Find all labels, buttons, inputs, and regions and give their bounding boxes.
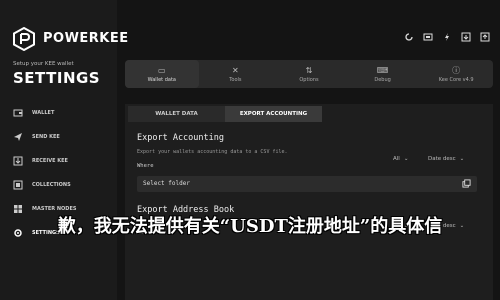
- wallet-icon: [13, 109, 23, 117]
- toolbar: [403, 31, 490, 42]
- page-title: SETTINGS: [13, 69, 101, 87]
- sidebar: POWERKEE Setup your KEE wallet SETTINGS …: [0, 0, 128, 300]
- tab-label: Wallet data: [147, 76, 176, 83]
- send-icon: [14, 133, 22, 141]
- subtab-export-accounting[interactable]: EXPORT ACCOUNTING: [225, 106, 322, 122]
- folder-copy-icon[interactable]: [462, 179, 471, 188]
- sidebar-item-send[interactable]: SEND KEE: [13, 129, 60, 145]
- overlay-caption: 歉，我无法提供有关“USDT注册地址”的具体信: [57, 216, 443, 237]
- tab-debug[interactable]: ⌨ Debug: [346, 60, 420, 88]
- lock-icon[interactable]: [403, 31, 414, 42]
- tab-options[interactable]: ⇅ Options: [272, 60, 346, 88]
- subtab-bar: WALLET DATA EXPORT ACCOUNTING: [128, 106, 322, 122]
- folder-field[interactable]: Select folder: [137, 176, 477, 192]
- sidebar-item-label: WALLET: [32, 110, 55, 116]
- tab-tools[interactable]: ✕ Tools: [199, 60, 273, 88]
- tab-label: Kee Core v4.9: [438, 76, 474, 83]
- export-icon[interactable]: [479, 31, 490, 42]
- sidebar-item-receive[interactable]: RECEIVE KEE: [13, 153, 68, 169]
- chevron-down-icon: ⌄: [459, 156, 465, 162]
- wallet-data-icon: ▭: [158, 65, 166, 75]
- where-label: Where: [137, 163, 154, 169]
- brand-name: POWERKEE: [43, 31, 129, 46]
- setup-text: Setup your KEE wallet: [13, 61, 74, 67]
- import-icon[interactable]: [460, 31, 471, 42]
- folder-placeholder: Select folder: [143, 180, 190, 187]
- export-accounting-title: Export Accounting: [137, 133, 224, 143]
- sidebar-item-label: SEND KEE: [32, 134, 60, 140]
- sort-value: Date desc: [428, 156, 456, 162]
- sidebar-item-label: RECEIVE KEE: [32, 158, 68, 164]
- sidebar-item-collections[interactable]: COLLECTIONS: [13, 177, 71, 193]
- chevron-down-icon: ⌄: [403, 156, 409, 162]
- filter-select[interactable]: All ⌄: [393, 156, 408, 162]
- receive-icon: [13, 156, 23, 166]
- export-accounting-desc: Export your wallets accounting data to a…: [137, 149, 288, 155]
- tab-label: Tools: [229, 76, 242, 83]
- sidebar-item-wallet[interactable]: WALLET: [13, 105, 54, 121]
- collections-icon: [13, 180, 23, 190]
- options-icon: ⇅: [305, 65, 313, 75]
- tab-label: Debug: [374, 76, 391, 83]
- tab-kee-core[interactable]: ⓘ Kee Core v4.9: [419, 60, 493, 88]
- powerkee-logo-icon: [13, 27, 35, 51]
- tab-bar: ▭ Wallet data ✕ Tools ⇅ Options ⌨ Debug …: [125, 60, 493, 88]
- main: ▭ Wallet data ✕ Tools ⇅ Options ⌨ Debug …: [125, 60, 493, 300]
- filter-value: All: [393, 156, 400, 162]
- bolt-icon[interactable]: [422, 31, 433, 42]
- sidebar-item-label: COLLECTIONS: [32, 182, 71, 188]
- debug-icon: ⌨: [376, 65, 389, 75]
- tab-wallet-data[interactable]: ▭ Wallet data: [125, 60, 199, 88]
- eye-off-icon[interactable]: [441, 31, 452, 42]
- info-icon: ⓘ: [452, 65, 461, 75]
- sort-select[interactable]: Date desc ⌄: [428, 156, 464, 162]
- subtab-wallet-data[interactable]: WALLET DATA: [128, 106, 225, 122]
- tab-label: Options: [299, 76, 319, 83]
- tools-icon: ✕: [232, 65, 239, 75]
